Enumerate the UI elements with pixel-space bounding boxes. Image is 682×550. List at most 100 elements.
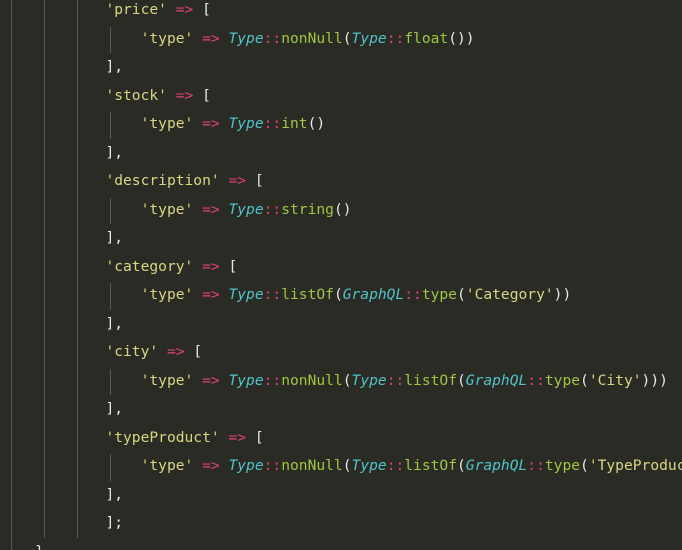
code-token: => bbox=[202, 286, 220, 303]
code-token: => bbox=[202, 257, 220, 275]
code-token: GraphQL bbox=[465, 457, 528, 474]
code-line[interactable]: 'city' => [ bbox=[0, 338, 682, 367]
code-token: ( bbox=[456, 286, 466, 303]
code-line[interactable]: 'typeProduct' => [ bbox=[0, 424, 682, 453]
code-token: => bbox=[175, 1, 194, 18]
code-token: ], bbox=[105, 58, 124, 75]
code-token: nonNull bbox=[281, 371, 343, 389]
code-line[interactable]: ], bbox=[0, 310, 682, 339]
code-token: nonNull bbox=[281, 29, 343, 47]
code-token: 'type' bbox=[140, 29, 194, 47]
code-token: => bbox=[175, 86, 194, 104]
code-token: ( bbox=[456, 457, 466, 474]
code-token: => bbox=[228, 428, 247, 446]
code-token: int bbox=[281, 115, 308, 132]
code-token: Type bbox=[228, 371, 264, 389]
code-line[interactable]: 'type' => Type::int() bbox=[0, 110, 682, 139]
code-token: 'Category' bbox=[465, 286, 554, 303]
code-token: ], bbox=[105, 400, 124, 417]
code-token: type bbox=[544, 371, 581, 389]
code-token: 'typeProduct' bbox=[105, 428, 220, 446]
code-token: => bbox=[202, 115, 220, 132]
code-token: Type bbox=[228, 115, 264, 132]
code-token: GraphQL bbox=[342, 286, 405, 303]
code-line[interactable]: ], bbox=[0, 224, 682, 253]
code-token: ()) bbox=[448, 29, 475, 47]
code-editor[interactable]: 'price' => [ 'type' => Type::nonNull(Typ… bbox=[0, 0, 682, 550]
code-token: :: bbox=[404, 286, 422, 303]
code-token: [ bbox=[254, 428, 264, 446]
code-token: 'price' bbox=[105, 1, 167, 18]
code-token: 'stock' bbox=[105, 86, 167, 104]
code-token: :: bbox=[263, 457, 282, 474]
code-line[interactable]: 'type' => Type::nonNull(Type::listOf(Gra… bbox=[0, 367, 682, 396]
code-token: ( bbox=[580, 457, 589, 474]
code-token: Type bbox=[351, 29, 387, 47]
code-line[interactable]: 'type' => Type::listOf(GraphQL::type('Ca… bbox=[0, 281, 682, 310]
code-line[interactable]: ], bbox=[0, 481, 682, 510]
code-token: listOf bbox=[281, 286, 334, 303]
code-token: :: bbox=[386, 457, 405, 474]
code-token: :: bbox=[263, 29, 282, 47]
code-token: ( bbox=[333, 286, 343, 303]
code-line[interactable]: ], bbox=[0, 139, 682, 168]
code-text-layer[interactable]: 'price' => [ 'type' => Type::nonNull(Typ… bbox=[0, 0, 682, 550]
code-line[interactable]: 'type' => Type::nonNull(Type::listOf(Gra… bbox=[0, 452, 682, 481]
code-token: type bbox=[421, 286, 457, 303]
code-line[interactable]: 'type' => Type::string() bbox=[0, 196, 682, 225]
code-line[interactable]: 'price' => [ bbox=[0, 0, 682, 25]
code-token: listOf bbox=[404, 371, 457, 389]
code-token: ( bbox=[342, 371, 352, 389]
code-line[interactable]: } bbox=[0, 538, 682, 550]
code-token: ], bbox=[105, 485, 124, 503]
code-line[interactable]: ], bbox=[0, 395, 682, 424]
code-token: 'category' bbox=[105, 257, 194, 275]
code-token: Type bbox=[228, 286, 264, 303]
code-token: => bbox=[202, 457, 220, 474]
code-token: :: bbox=[386, 371, 405, 389]
code-token: :: bbox=[263, 115, 282, 132]
code-token: ], bbox=[105, 229, 124, 246]
code-token: Type bbox=[351, 457, 387, 474]
code-line[interactable]: 'description' => [ bbox=[0, 167, 682, 196]
code-line[interactable]: ]; bbox=[0, 509, 682, 538]
code-token: 'TypeProduct' bbox=[588, 457, 682, 474]
code-token: 'type' bbox=[140, 457, 194, 474]
code-line[interactable]: 'type' => Type::nonNull(Type::float()) bbox=[0, 25, 682, 54]
code-token: ( bbox=[456, 371, 466, 389]
code-token: 'City' bbox=[588, 371, 642, 389]
code-line[interactable]: 'category' => [ bbox=[0, 253, 682, 282]
code-token: float bbox=[404, 29, 449, 47]
code-token: Type bbox=[228, 200, 264, 218]
code-token: type bbox=[544, 457, 581, 474]
code-token: )) bbox=[553, 286, 572, 303]
code-line[interactable]: 'stock' => [ bbox=[0, 82, 682, 111]
code-token: Type bbox=[228, 457, 264, 474]
code-token: ], bbox=[105, 314, 124, 332]
code-token: 'type' bbox=[140, 286, 194, 303]
code-token: :: bbox=[386, 29, 405, 47]
code-line[interactable]: ], bbox=[0, 53, 682, 82]
code-token: Type bbox=[351, 371, 387, 389]
